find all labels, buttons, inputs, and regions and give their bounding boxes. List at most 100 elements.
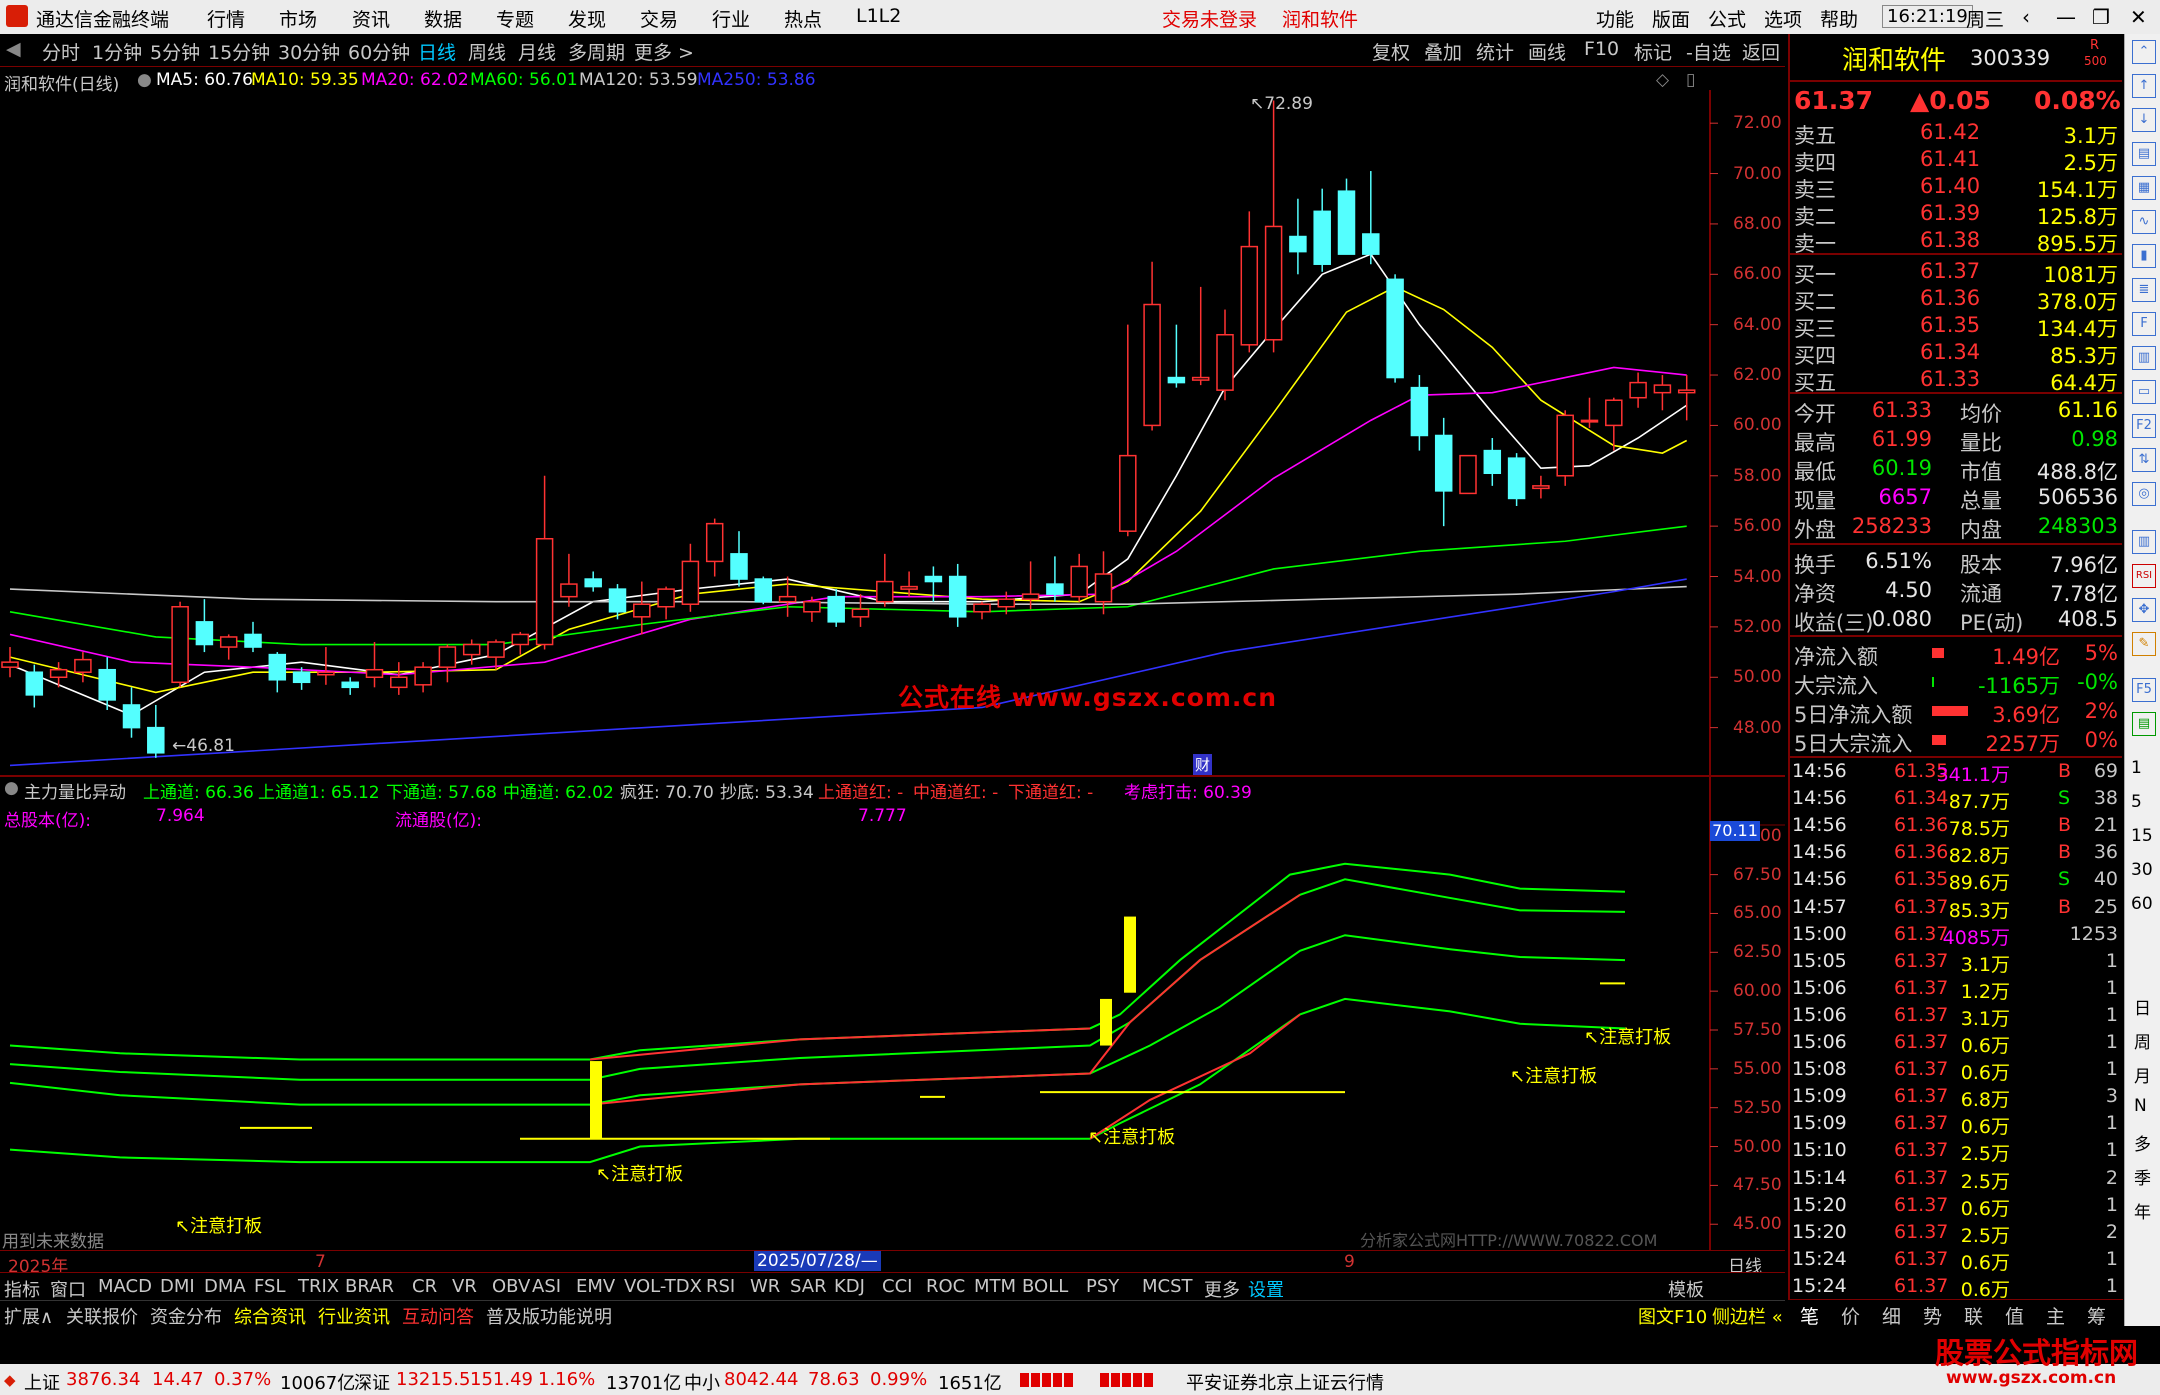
indicator-tab[interactable]: 指标 [4, 1276, 40, 1302]
candle[interactable] [633, 603, 651, 618]
period-1min[interactable]: 1分钟 [92, 38, 142, 65]
sidebar-doc-icon[interactable]: ▭ [2132, 380, 2156, 404]
candle[interactable] [1216, 333, 1234, 391]
indicator-tab[interactable]: 模板 [1668, 1276, 1704, 1302]
candle[interactable] [195, 621, 214, 646]
candle[interactable] [74, 658, 92, 673]
menu-topic[interactable]: 专题 [496, 5, 534, 32]
ask-row[interactable]: 卖四 61.41 2.5万 [1790, 145, 2122, 175]
ask-row[interactable]: 卖三 61.40 154.1万 [1790, 172, 2122, 202]
action-fuquan[interactable]: 复权 [1372, 38, 1410, 65]
candle[interactable] [511, 633, 530, 646]
indicator-tab[interactable]: ASI [532, 1276, 561, 1297]
candle[interactable] [1556, 414, 1574, 477]
action-back[interactable]: 返回 [1742, 38, 1780, 65]
candle[interactable] [1, 661, 19, 668]
period-more[interactable]: 更多 > [634, 38, 694, 65]
candle[interactable] [147, 726, 165, 754]
candle[interactable] [803, 600, 821, 613]
menu-help[interactable]: 帮助 [1820, 5, 1858, 32]
indicator-tab[interactable]: SAR [790, 1276, 827, 1297]
candle[interactable] [1410, 386, 1429, 437]
menu-data[interactable]: 数据 [424, 5, 462, 32]
candle[interactable] [390, 676, 408, 689]
period-weekly[interactable]: 周线 [468, 38, 506, 65]
period-fenshi[interactable]: 分时 [42, 38, 80, 65]
indicator-tab[interactable]: DMI [160, 1276, 195, 1297]
menu-news[interactable]: 资讯 [352, 5, 390, 32]
candle[interactable] [1167, 376, 1186, 384]
candle[interactable] [730, 553, 748, 580]
candle[interactable] [1677, 389, 1696, 394]
detail-tab[interactable]: 主 [2046, 1302, 2065, 1329]
chart-diamond-icon[interactable]: ◇ [1656, 70, 1669, 90]
candle[interactable] [292, 671, 311, 684]
extension-tab[interactable]: 普及版功能说明 [486, 1303, 612, 1329]
candle[interactable] [657, 588, 675, 608]
ask-row[interactable]: 卖二 61.39 125.8万 [1790, 199, 2122, 229]
bid-row[interactable]: 买五 61.33 64.4万 [1790, 365, 2122, 395]
candle[interactable] [1143, 303, 1161, 427]
bid-row[interactable]: 买二 61.36 378.0万 [1790, 284, 2122, 314]
candle[interactable] [438, 646, 457, 668]
sidebar-period-num[interactable]: 30 [2131, 860, 2153, 880]
candle[interactable] [219, 636, 238, 648]
menu-function[interactable]: 功能 [1596, 5, 1634, 32]
sidebar-download-icon[interactable]: ↓ [2132, 108, 2156, 132]
sidebar-grid-icon[interactable]: ▥ [2132, 346, 2156, 370]
period-15min[interactable]: 15分钟 [208, 38, 270, 65]
menu-hot[interactable]: 热点 [784, 5, 822, 32]
minimize-icon[interactable]: — [2056, 5, 2076, 29]
menu-l1l2[interactable]: L1L2 [856, 5, 901, 27]
indicator-tab[interactable]: DMA [204, 1276, 246, 1297]
candle[interactable] [49, 668, 68, 679]
indicator-tab[interactable]: 更多 [1204, 1276, 1240, 1302]
sidebar-chart-icon[interactable]: ▤ [2132, 142, 2156, 166]
candle[interactable] [1094, 573, 1113, 603]
indicator-tab[interactable]: MCST [1142, 1276, 1193, 1297]
candle[interactable] [754, 578, 773, 603]
f10-tab[interactable]: 图文F10 [1638, 1303, 1707, 1329]
candle[interactable] [1362, 233, 1380, 255]
sidebar-period-label[interactable]: 多 [2134, 1130, 2151, 1155]
indicator-tab[interactable]: EMV [576, 1276, 615, 1297]
kline-chart[interactable] [0, 90, 1785, 1272]
candle[interactable] [171, 605, 189, 684]
sidebar-green-icon[interactable]: ▤ [2132, 712, 2156, 736]
candle[interactable] [1313, 210, 1331, 265]
extension-tab[interactable]: 资金分布 [150, 1303, 222, 1329]
candle[interactable] [1629, 381, 1647, 399]
candle[interactable] [827, 595, 845, 623]
indicator-tab[interactable]: CR [412, 1276, 437, 1297]
candle[interactable] [414, 666, 432, 686]
period-5min[interactable]: 5分钟 [150, 38, 200, 65]
menu-discover[interactable]: 发现 [568, 5, 606, 32]
sidebar-rsi-icon[interactable]: RSI [2132, 564, 2156, 588]
candle[interactable] [1070, 565, 1088, 598]
bid-row[interactable]: 买三 61.35 134.4万 [1790, 311, 2122, 341]
indicator-tab[interactable]: MACD [98, 1276, 152, 1297]
action-f10[interactable]: F10 [1584, 38, 1619, 60]
sidebar-bars-icon[interactable]: ▥ [2132, 530, 2156, 554]
extension-tab[interactable]: 关联报价 [66, 1303, 138, 1329]
sidebar-up-icon[interactable]: ⌃ [2132, 40, 2156, 64]
indicator-tab[interactable]: PSY [1086, 1276, 1119, 1297]
menu-formula[interactable]: 公式 [1708, 5, 1746, 32]
detail-tab[interactable]: 联 [1964, 1302, 1983, 1329]
sidebar-period-num[interactable]: 60 [2131, 894, 2153, 914]
extension-tab[interactable]: 行业资讯 [318, 1303, 390, 1329]
indicator-tab[interactable]: FSL [254, 1276, 286, 1297]
period-30min[interactable]: 30分钟 [278, 38, 340, 65]
candle[interactable] [1289, 235, 1307, 253]
period-daily[interactable]: 日线 [418, 38, 456, 65]
action-remove-fav[interactable]: -自选 [1686, 38, 1731, 65]
sidebar-table-icon[interactable]: ▦ [2132, 176, 2156, 200]
candle[interactable] [317, 671, 335, 676]
menu-hq[interactable]: 行情 [207, 5, 245, 32]
candle[interactable] [560, 583, 578, 598]
extension-tab[interactable]: 扩展∧ [4, 1303, 53, 1329]
sidebar-fin-icon[interactable]: F [2132, 312, 2156, 336]
menu-market[interactable]: 市场 [279, 5, 317, 32]
candle[interactable] [1386, 278, 1404, 379]
indicator-tab[interactable]: 窗口 [50, 1276, 86, 1302]
